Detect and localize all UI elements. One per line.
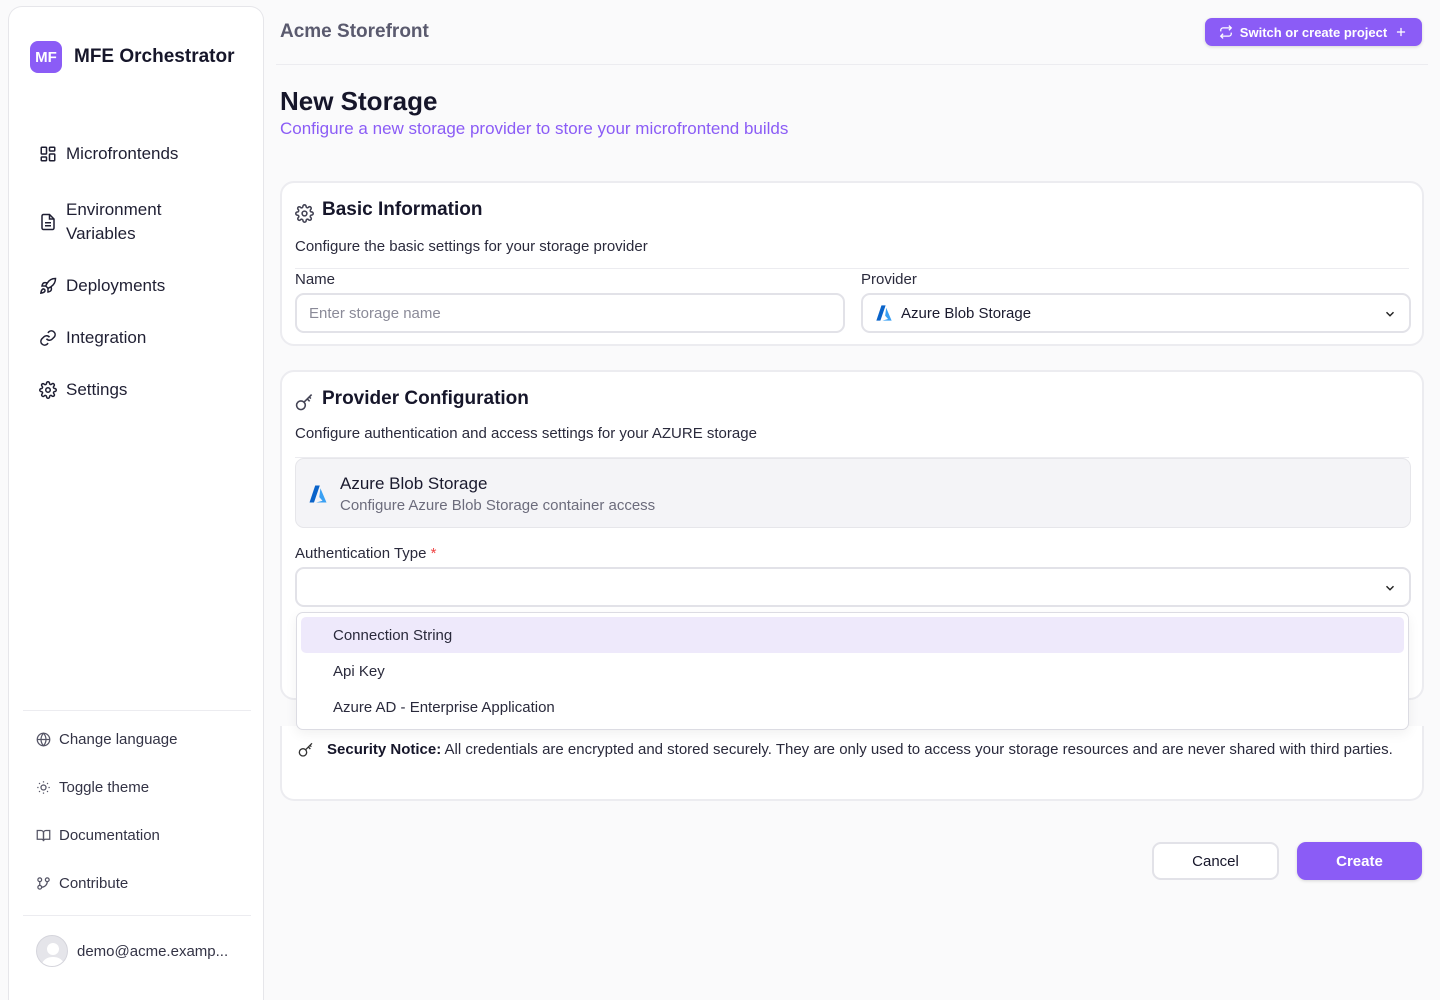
user-menu[interactable]: demo@acme.examp...: [36, 935, 228, 967]
sun-icon: [37, 781, 50, 794]
git-branch-icon: [37, 877, 50, 890]
provider-label: Provider: [861, 271, 917, 288]
azure-logo-icon: [309, 485, 327, 503]
provider-info-title: Azure Blob Storage: [340, 474, 488, 493]
book-open-icon: [36, 829, 51, 842]
toggle-theme-label: Toggle theme: [59, 779, 150, 796]
page-title: New Storage: [280, 86, 438, 116]
card-description: Configure the basic settings for your st…: [295, 238, 648, 255]
basic-information-card: Basic Information Configure the basic se…: [280, 181, 1424, 346]
key-icon: [295, 394, 313, 411]
topbar-divider: [276, 64, 1428, 65]
auth-type-select[interactable]: [295, 567, 1411, 607]
gear-icon: [39, 381, 57, 399]
contribute-link[interactable]: Contribute: [36, 875, 128, 892]
security-notice-title: Security Notice:: [327, 741, 442, 758]
security-notice-body: All credentials are encrypted and stored…: [441, 741, 1393, 758]
azure-logo-icon: [876, 305, 892, 321]
card-header: Provider Configuration: [295, 385, 529, 412]
provider-select[interactable]: Azure Blob Storage: [861, 293, 1411, 333]
globe-icon: [36, 732, 51, 747]
create-button[interactable]: Create: [1297, 842, 1422, 880]
nav-item-label: Integration: [66, 328, 147, 347]
avatar: [36, 935, 68, 967]
nav-item-settings[interactable]: Settings: [39, 378, 127, 402]
change-language-button[interactable]: Change language: [36, 731, 177, 748]
brand-logo: MF: [30, 41, 62, 73]
nav-item-label: Settings: [66, 380, 128, 399]
nav-item-deployments[interactable]: Deployments: [39, 274, 165, 298]
link-icon: [40, 330, 56, 346]
repeat-icon: [1219, 25, 1232, 39]
brand-name: MFE Orchestrator: [74, 46, 235, 67]
security-notice: Security Notice: All credentials are enc…: [280, 726, 1424, 801]
cancel-button[interactable]: Cancel: [1152, 842, 1279, 880]
card-description: Configure authentication and access sett…: [295, 425, 757, 442]
auth-type-label: Authentication Type *: [295, 545, 437, 562]
switch-project-label: Switch or create project: [1239, 24, 1388, 40]
nav-item-label: Deployments: [66, 276, 166, 295]
nav-item-label: Microfrontends: [66, 144, 179, 163]
card-title: Basic Information: [322, 198, 483, 220]
documentation-label: Documentation: [59, 827, 160, 844]
toggle-theme-button[interactable]: Toggle theme: [36, 779, 149, 796]
key-icon: [298, 742, 313, 757]
nav-item-label: Environment Variables: [66, 200, 162, 243]
nav-item-integration[interactable]: Integration: [39, 326, 146, 350]
card-title: Provider Configuration: [322, 387, 529, 409]
switch-project-button[interactable]: Switch or create project: [1205, 18, 1422, 46]
user-icon: [41, 943, 65, 966]
name-input[interactable]: [295, 293, 845, 333]
documentation-link[interactable]: Documentation: [36, 827, 160, 844]
nav-item-environment-variables[interactable]: Environment Variables: [39, 198, 189, 246]
chevron-down-icon: [1385, 311, 1395, 317]
change-language-label: Change language: [59, 731, 178, 748]
sidebar-divider: [23, 710, 251, 711]
provider-info-description: Configure Azure Blob Storage container a…: [340, 497, 656, 514]
file-text-icon: [41, 213, 55, 231]
option-azure-ad[interactable]: Azure AD - Enterprise Application: [301, 689, 1404, 725]
plus-icon: [1397, 27, 1406, 37]
rocket-icon: [39, 277, 57, 295]
chevron-down-icon: [1385, 585, 1395, 591]
sidebar-divider: [23, 915, 251, 916]
auth-type-label-text: Authentication Type: [295, 545, 427, 562]
option-api-key[interactable]: Api Key: [301, 653, 1404, 689]
provider-info-box: Azure Blob Storage Configure Azure Blob …: [295, 458, 1411, 528]
user-email: demo@acme.examp...: [77, 942, 229, 960]
provider-select-value: Azure Blob Storage: [901, 304, 1032, 322]
project-title: Acme Storefront: [280, 21, 429, 42]
option-connection-string[interactable]: Connection String: [301, 617, 1404, 653]
grid-icon: [40, 146, 56, 162]
nav-item-microfrontends[interactable]: Microfrontends: [39, 142, 178, 166]
contribute-label: Contribute: [59, 875, 129, 892]
security-notice-text: Security Notice: All credentials are enc…: [327, 740, 1397, 760]
card-divider: [295, 268, 1409, 269]
required-mark: *: [430, 545, 437, 562]
name-label: Name: [295, 271, 336, 288]
page-subtitle: Configure a new storage provider to stor…: [280, 119, 789, 138]
sidebar: MF MFE Orchestrator Microfrontends Envir…: [8, 6, 264, 1000]
gear-icon: [295, 204, 314, 223]
auth-type-dropdown: Connection String Api Key Azure AD - Ent…: [296, 612, 1409, 730]
card-header: Basic Information: [295, 196, 482, 223]
brand[interactable]: MF MFE Orchestrator: [30, 41, 234, 73]
